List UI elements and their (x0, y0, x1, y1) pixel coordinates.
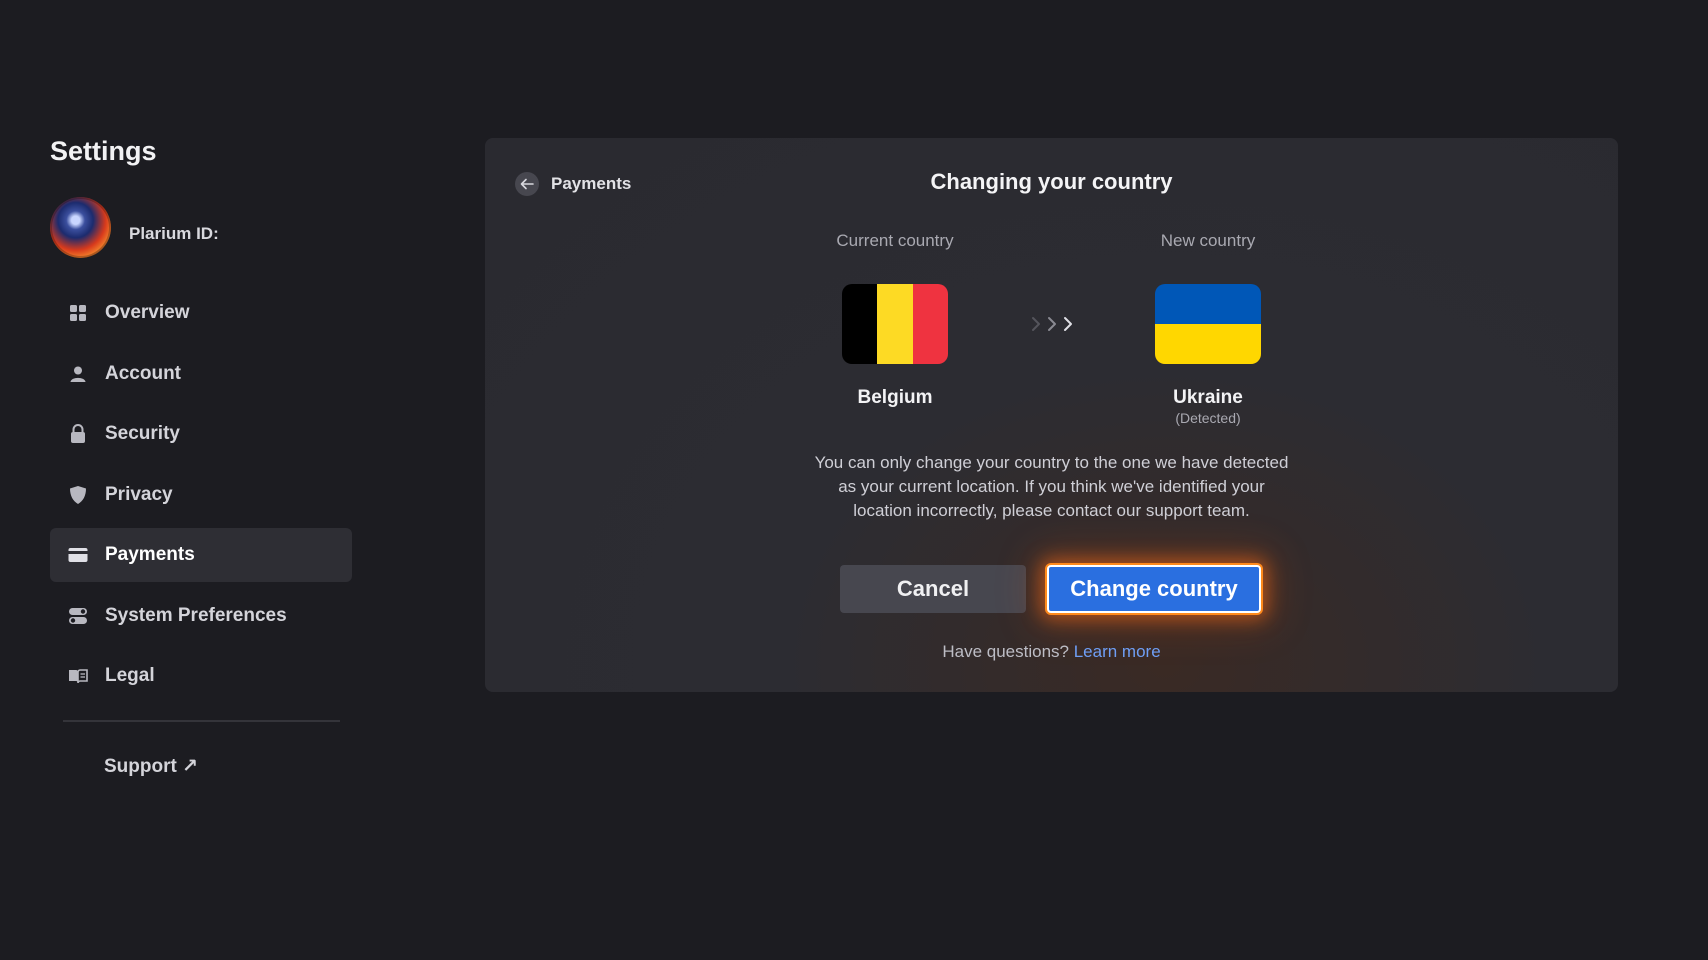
sidebar-item-label: Privacy (105, 483, 173, 505)
sidebar-nav: Overview Account Security Privacy Paymen… (50, 286, 352, 710)
sidebar-item-label: System Preferences (105, 604, 287, 626)
sidebar-item-legal[interactable]: Legal (50, 649, 352, 703)
user-icon (68, 364, 88, 384)
new-country-label: New country (1160, 231, 1256, 250)
current-country-label: Current country (836, 231, 954, 250)
info-line: as your current location. If you think w… (838, 477, 1265, 496)
change-country-button[interactable]: Change country (1047, 565, 1261, 613)
sidebar-item-system-preferences[interactable]: System Preferences (50, 589, 352, 643)
sidebar-item-account[interactable]: Account (50, 347, 352, 401)
info-text: You can only change your country to the … (485, 451, 1618, 523)
info-line: location incorrectly, please contact our… (853, 501, 1250, 520)
current-country-name: Belgium (857, 387, 933, 408)
settings-title: Settings (50, 136, 157, 166)
book-icon (68, 666, 88, 686)
plarium-id-label: Plarium ID: (129, 223, 219, 243)
card-icon (68, 545, 88, 565)
lock-icon (68, 424, 88, 444)
sidebar-item-overview[interactable]: Overview (50, 286, 352, 340)
sidebar-item-security[interactable]: Security (50, 407, 352, 461)
belgium-flag (842, 284, 948, 364)
sidebar-divider (63, 720, 340, 722)
sidebar-item-label: Payments (105, 544, 195, 565)
cancel-button[interactable]: Cancel (840, 565, 1026, 613)
sidebar-item-privacy[interactable]: Privacy (50, 468, 352, 522)
support-link[interactable]: Support ↗ (104, 755, 198, 778)
arrows-icon (1032, 317, 1072, 331)
sidebar-item-label: Overview (105, 302, 190, 323)
info-line: You can only change your country to the … (814, 453, 1289, 472)
help-question: Have questions? (942, 642, 1074, 661)
sidebar-item-label: Legal (105, 665, 155, 686)
avatar[interactable] (50, 197, 111, 258)
page-title: Changing your country (930, 169, 1173, 194)
toggles-icon (68, 606, 88, 626)
learn-more-link[interactable]: Learn more (1074, 642, 1161, 661)
sidebar-item-payments[interactable]: Payments (50, 528, 352, 582)
shield-icon (68, 485, 88, 505)
grid-icon (68, 303, 88, 323)
ukraine-flag (1155, 284, 1261, 364)
sidebar-item-label: Security (105, 423, 180, 444)
change-country-panel: Payments Changing your country Current c… (485, 138, 1618, 692)
new-country-name: Ukraine (1173, 387, 1243, 408)
sidebar-item-label: Account (105, 362, 181, 384)
help-text: Have questions? Learn more (485, 642, 1618, 662)
profile: Plarium ID: (50, 197, 219, 258)
detected-note: (Detected) (1175, 410, 1241, 426)
